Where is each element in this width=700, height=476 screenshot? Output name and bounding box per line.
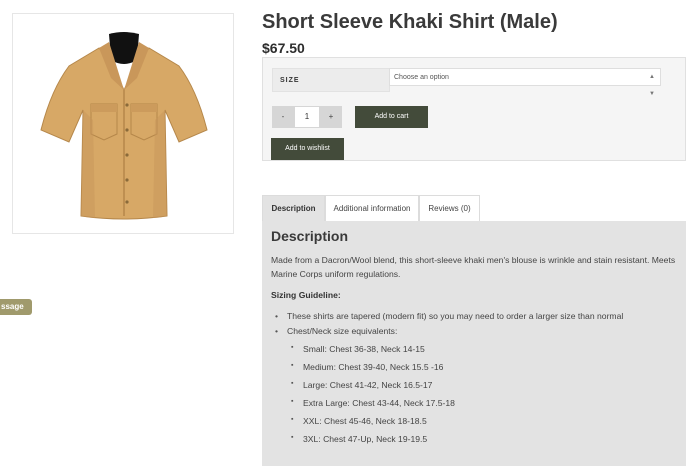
size-list-item: Medium: Chest 39-40, Neck 15.5 -16 bbox=[291, 362, 443, 372]
tab-additional-information[interactable]: Additional information bbox=[325, 195, 419, 221]
quantity-decrease-button[interactable]: - bbox=[272, 106, 294, 128]
size-list-item: Small: Chest 36-38, Neck 14-15 bbox=[291, 344, 425, 354]
product-image-frame[interactable] bbox=[12, 13, 234, 234]
size-label: SIZE bbox=[272, 68, 390, 92]
quantity-input[interactable]: 1 bbox=[294, 106, 320, 128]
product-title: Short Sleeve Khaki Shirt (Male) bbox=[262, 11, 558, 33]
select-arrows-icon: ▲ ▼ bbox=[649, 74, 655, 97]
description-panel: Description Made from a Dacron/Wool blen… bbox=[262, 221, 686, 466]
description-heading: Description bbox=[271, 228, 349, 244]
purchase-form: SIZE Choose an option ▲ ▼ - 1 + Add to ca… bbox=[262, 57, 686, 161]
khaki-shirt-image bbox=[40, 32, 208, 220]
sizing-guideline-heading: Sizing Guideline: bbox=[271, 290, 341, 300]
add-to-cart-button[interactable]: Add to cart bbox=[355, 106, 428, 128]
tab-description[interactable]: Description bbox=[262, 195, 325, 221]
quantity-increase-button[interactable]: + bbox=[320, 106, 342, 128]
size-list-item: XXL: Chest 45-46, Neck 18-18.5 bbox=[291, 416, 427, 426]
list-item: These shirts are tapered (modern fit) so… bbox=[275, 311, 623, 321]
size-list-item: 3XL: Chest 47-Up, Neck 19-19.5 bbox=[291, 434, 427, 444]
description-text: Made from a Dacron/Wool blend, this shor… bbox=[271, 255, 676, 279]
tab-reviews[interactable]: Reviews (0) bbox=[419, 195, 480, 221]
size-select[interactable]: Choose an option ▲ ▼ bbox=[389, 68, 661, 97]
size-list-item: Extra Large: Chest 43-44, Neck 17.5-18 bbox=[291, 398, 455, 408]
size-list-item: Large: Chest 41-42, Neck 16.5-17 bbox=[291, 380, 433, 390]
message-side-tab[interactable]: ssage bbox=[0, 299, 32, 315]
product-price: $67.50 bbox=[262, 40, 305, 56]
list-item: Chest/Neck size equivalents: bbox=[275, 326, 397, 336]
add-to-wishlist-button[interactable]: Add to wishlist bbox=[271, 138, 344, 160]
size-select-value: Choose an option bbox=[394, 74, 449, 81]
